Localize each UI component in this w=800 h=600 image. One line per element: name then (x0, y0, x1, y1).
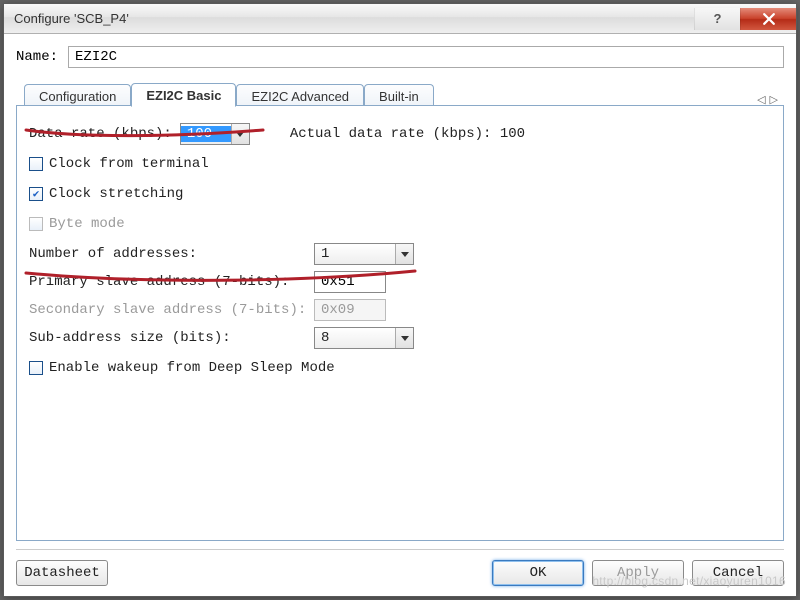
dialog-window: Configure 'SCB_P4' ? Name: Configuration… (3, 3, 797, 597)
secondary-address-row: Secondary slave address (7-bits): (29, 296, 771, 324)
secondary-address-input (314, 299, 386, 321)
data-rate-label: Data rate (kbps): (29, 126, 172, 142)
num-addresses-row: Number of addresses: 1 (29, 240, 771, 268)
data-rate-value: 100 (181, 126, 231, 142)
clock-from-terminal-checkbox[interactable] (29, 157, 43, 171)
deep-sleep-label: Enable wakeup from Deep Sleep Mode (49, 360, 335, 376)
titlebar: Configure 'SCB_P4' ? (4, 4, 796, 34)
subaddress-size-combo[interactable]: 8 (314, 327, 414, 349)
chevron-down-icon (231, 124, 249, 144)
tabpage-ezi2c-basic: Data rate (kbps): 100 Actual data rate (… (16, 106, 784, 541)
window-title: Configure 'SCB_P4' (14, 11, 129, 26)
clock-from-terminal-label: Clock from terminal (49, 156, 209, 172)
clock-from-terminal-row: Clock from terminal (29, 150, 771, 178)
data-rate-combo[interactable]: 100 (180, 123, 250, 145)
subaddress-size-row: Sub-address size (bits): 8 (29, 324, 771, 352)
tab-ezi2c-basic[interactable]: EZI2C Basic (131, 83, 236, 107)
tabstrip-scroll-left-icon[interactable]: ◁ (757, 93, 765, 106)
num-addresses-value: 1 (315, 246, 395, 262)
tab-ezi2c-advanced[interactable]: EZI2C Advanced (236, 84, 364, 107)
primary-address-input[interactable] (314, 271, 386, 293)
name-label: Name: (16, 49, 58, 65)
byte-mode-row: Byte mode (29, 210, 771, 238)
datasheet-button[interactable]: Datasheet (16, 560, 108, 586)
num-addresses-combo[interactable]: 1 (314, 243, 414, 265)
tabstrip-scroll-right-icon[interactable]: ▷ (770, 93, 778, 106)
byte-mode-label: Byte mode (49, 216, 125, 232)
name-input[interactable] (68, 46, 784, 68)
close-button[interactable] (740, 8, 796, 30)
buttonbar: Datasheet OK Apply Cancel (16, 549, 784, 586)
help-button[interactable]: ? (694, 8, 740, 30)
clock-stretching-row: Clock stretching (29, 180, 771, 208)
tab-configuration[interactable]: Configuration (24, 84, 131, 107)
tabstrip: Configuration EZI2C Basic EZI2C Advanced… (16, 82, 784, 106)
apply-button[interactable]: Apply (592, 560, 684, 586)
deep-sleep-row: Enable wakeup from Deep Sleep Mode (29, 354, 771, 382)
chevron-down-icon (395, 244, 413, 264)
chevron-down-icon (395, 328, 413, 348)
name-row: Name: (16, 46, 784, 68)
deep-sleep-checkbox[interactable] (29, 361, 43, 375)
subaddress-size-label: Sub-address size (bits): (29, 330, 314, 346)
primary-address-row: Primary slave address (7-bits): (29, 268, 771, 296)
help-icon: ? (714, 11, 722, 26)
clock-stretching-checkbox[interactable] (29, 187, 43, 201)
cancel-button[interactable]: Cancel (692, 560, 784, 586)
actual-data-rate-label: Actual data rate (kbps): 100 (290, 126, 525, 142)
ok-button[interactable]: OK (492, 560, 584, 586)
primary-address-label: Primary slave address (7-bits): (29, 274, 314, 290)
close-icon (763, 13, 775, 25)
tabstrip-scroll: ◁ ▷ (757, 93, 784, 106)
byte-mode-checkbox (29, 217, 43, 231)
subaddress-size-value: 8 (315, 330, 395, 346)
data-rate-row: Data rate (kbps): 100 Actual data rate (… (29, 120, 771, 148)
secondary-address-label: Secondary slave address (7-bits): (29, 302, 314, 318)
tab-built-in[interactable]: Built-in (364, 84, 434, 107)
dialog-body: Name: Configuration EZI2C Basic EZI2C Ad… (4, 34, 796, 596)
num-addresses-label: Number of addresses: (29, 246, 314, 262)
clock-stretching-label: Clock stretching (49, 186, 183, 202)
